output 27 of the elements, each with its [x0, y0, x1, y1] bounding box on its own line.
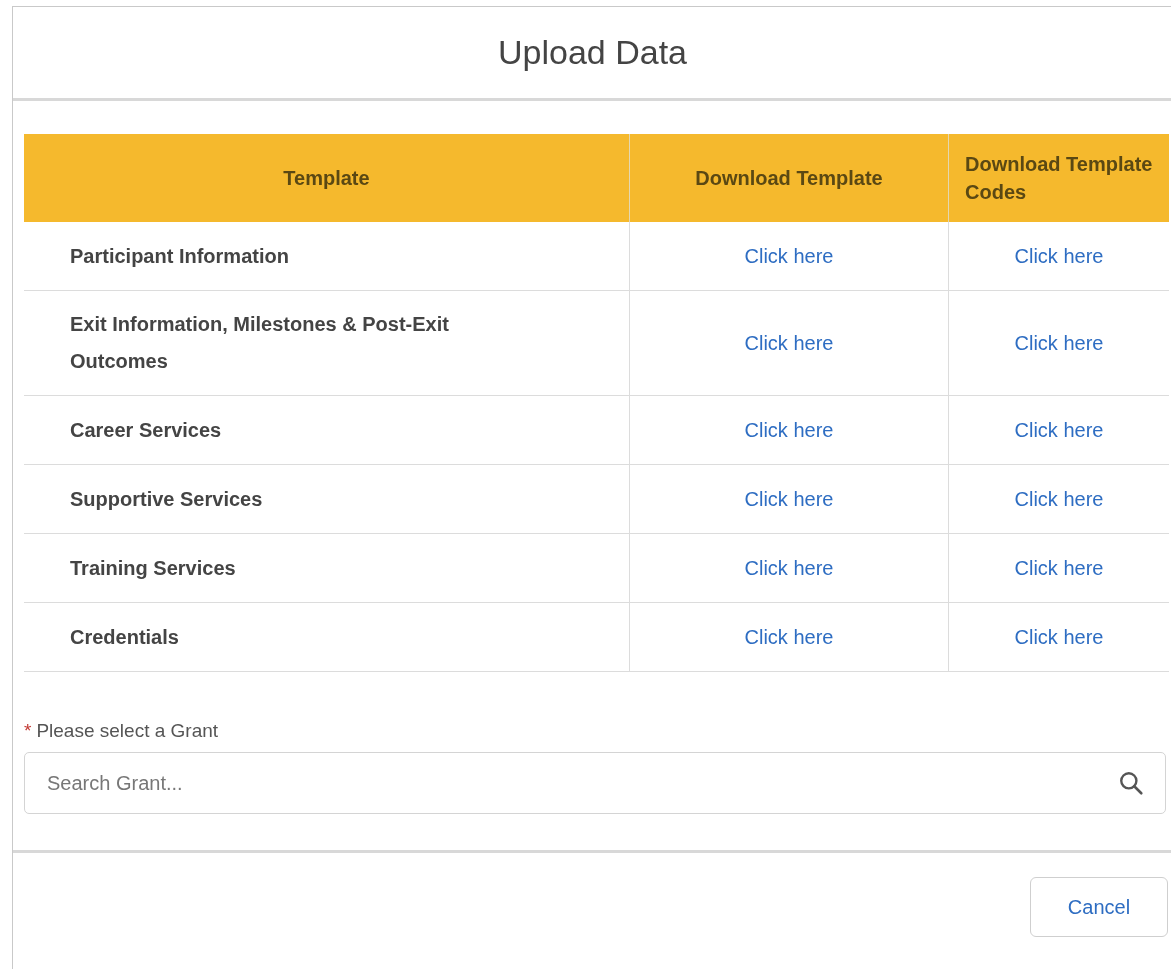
field-label: Please select a Grant — [36, 720, 219, 742]
click-here-link[interactable]: Click here — [1014, 244, 1104, 267]
table-cell: Credentials — [24, 602, 630, 672]
table-cell: Exit Information, Milestones & Post-Exit Outcomes — [24, 290, 630, 396]
table-cell: Training Services — [24, 533, 630, 603]
column-header: Download Template Codes — [948, 134, 1169, 222]
click-here-link[interactable]: Click here — [1014, 487, 1104, 510]
table-cell: Supportive Services — [24, 464, 630, 534]
click-here-link[interactable]: Click here — [744, 625, 834, 648]
dialog-title: Upload Data — [498, 33, 687, 72]
click-here-link[interactable]: Click here — [744, 244, 834, 267]
click-here-link[interactable]: Click here — [1014, 556, 1104, 579]
click-here-link[interactable]: Click here — [1014, 418, 1104, 441]
click-here-link[interactable]: Click here — [1014, 331, 1104, 354]
cancel-button[interactable]: Cancel — [1030, 877, 1168, 937]
table-cell: Career Services — [24, 395, 630, 465]
required-mark: * — [24, 720, 32, 742]
click-here-link[interactable]: Click here — [1014, 625, 1104, 648]
click-here-link[interactable]: Click here — [744, 418, 834, 441]
click-here-link[interactable]: Click here — [744, 487, 834, 510]
column-header: Template — [24, 134, 630, 222]
column-header: Download Template — [629, 134, 949, 222]
click-here-link[interactable]: Click here — [744, 331, 834, 354]
search-icon[interactable] — [1118, 770, 1144, 796]
table-cell: Participant Information — [24, 222, 630, 291]
search-field[interactable]: Search Grant... — [24, 752, 1166, 814]
click-here-link[interactable]: Click here — [744, 556, 834, 579]
